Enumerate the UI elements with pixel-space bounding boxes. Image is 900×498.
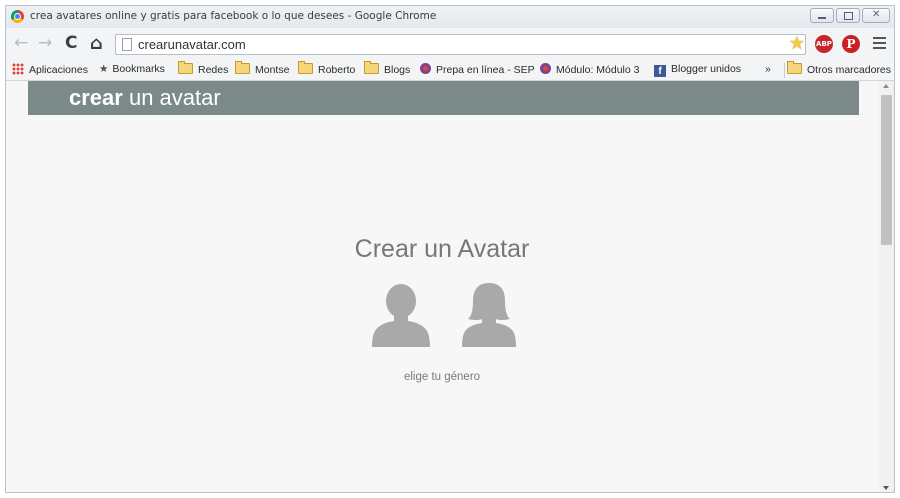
reload-icon[interactable]: C [65,35,77,52]
facebook-icon: f [654,65,666,77]
maximize-button[interactable] [836,8,860,23]
bookmarks-divider [784,63,785,78]
scrollbar-thumb[interactable] [881,95,892,245]
pinterest-icon[interactable]: P [842,35,860,53]
bookmark-bookmarks[interactable]: ★ Bookmarks [99,63,165,75]
browser-window: crea avatares online y gratis para faceb… [5,5,895,493]
page-title: Crear un Avatar [354,234,530,263]
url-text[interactable]: crearunavatar.com [138,37,246,52]
adblock-plus-icon[interactable]: ABP [815,35,833,53]
bookmark-modulo[interactable]: Módulo: Módulo 3 [540,63,639,76]
address-bar[interactable]: crearunavatar.com ★ [115,33,806,55]
bookmark-apps[interactable]: Aplicaciones [12,63,88,76]
browser-toolbar: ← → C ⌂ crearunavatar.com ★ ABP P [6,29,894,60]
page-content: crear un avatar Crear un Avatar elige tu… [6,81,878,492]
folder-icon [364,61,379,74]
minimize-button[interactable] [810,8,834,23]
bookmark-other[interactable]: Otros marcadores [787,61,891,76]
gender-caption: elige tu género [403,371,481,383]
bookmark-blogger[interactable]: f Blogger unidos [654,63,741,77]
folder-icon [298,61,313,74]
sep-icon [420,63,431,74]
bookmark-montse[interactable]: Montse [235,61,289,76]
bookmark-star-icon[interactable]: ★ [789,33,805,54]
forward-icon[interactable]: → [38,35,52,52]
bookmarks-bar: Aplicaciones ★ Bookmarks Redes Montse Rob… [6,60,894,81]
home-icon[interactable]: ⌂ [90,35,103,53]
bookmark-redes[interactable]: Redes [178,61,228,76]
scroll-down-arrow-icon[interactable] [883,486,889,490]
folder-icon [178,61,193,74]
star-icon: ★ [99,63,109,75]
chrome-menu-icon[interactable] [873,37,886,52]
close-button[interactable] [862,8,890,23]
folder-icon [235,61,250,74]
bookmark-blogs[interactable]: Blogs [364,61,410,76]
window-title: crea avatares online y gratis para faceb… [30,10,437,22]
site-header: crear un avatar [28,81,859,115]
folder-icon [787,61,802,74]
back-icon[interactable]: ← [14,35,28,52]
male-avatar-icon [372,284,430,347]
title-bar: crea avatares online y gratis para faceb… [6,6,894,28]
site-logo[interactable]: crear un avatar [69,85,221,111]
page-icon [122,38,132,51]
apps-grid-icon [12,63,24,75]
female-avatar-button[interactable] [458,281,520,349]
scroll-up-arrow-icon[interactable] [883,84,889,88]
chrome-icon [11,10,24,23]
bookmark-roberto[interactable]: Roberto [298,61,355,76]
male-avatar-button[interactable] [370,281,432,349]
bookmarks-overflow[interactable]: » [765,63,771,75]
bookmark-prepa[interactable]: Prepa en línea - SEP [420,63,535,76]
vertical-scrollbar[interactable] [879,81,894,492]
female-avatar-icon [462,283,516,347]
sep-icon [540,63,551,74]
